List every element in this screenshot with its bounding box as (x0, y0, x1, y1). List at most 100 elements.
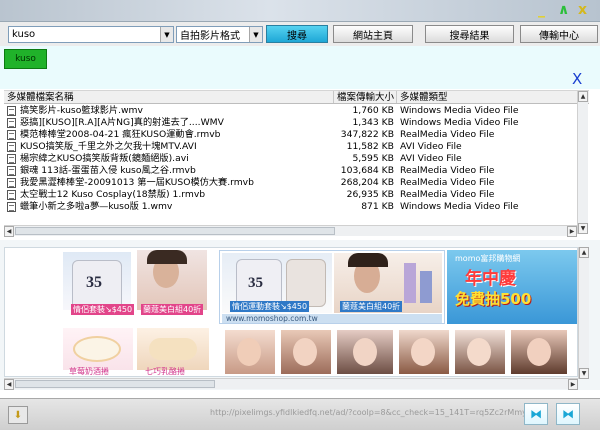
close-window-button[interactable]: x (578, 3, 587, 17)
filesize-cell: 103,684 KB (340, 165, 394, 176)
cake-image (63, 328, 133, 370)
ad-photo-strip[interactable] (219, 328, 577, 376)
minimize-button[interactable]: _ (538, 3, 545, 17)
column-type[interactable]: 多媒體類型 (397, 91, 589, 103)
portrait-photo (399, 330, 449, 374)
filesize-cell: 26,935 KB (346, 189, 394, 200)
portrait-photo (225, 330, 275, 374)
table-row[interactable]: 我愛黑澀棒棒堂-20091013 第一屆KUSO模仿大賽.rmvb 268,204… (4, 177, 589, 189)
ad-couple-set[interactable]: 35 情侶套裝↘$450 蘭蔻美白組40折 (57, 250, 213, 316)
search-button[interactable]: 搜尋 (266, 25, 328, 43)
table-row[interactable]: 搞笑影片-kuso籃球影片.wmv 1,760 KB Windows Media V… (4, 105, 589, 117)
model-photo (137, 250, 207, 310)
table-row[interactable]: 蠟筆小新之多啦a夢—kuso版 1.wmv 871 KB Windows Media… (4, 201, 589, 213)
status-url: http://pixelimgs.yfidlkiedfq.net/ad/?coo… (210, 408, 527, 417)
ad-caption: 七巧乳酪捲 (145, 367, 185, 376)
scroll-right-icon[interactable]: ▶ (567, 226, 577, 237)
list-horizontal-scrollbar[interactable]: ◀ ▶ (4, 225, 577, 237)
filename-text: 蠟筆小新之多啦a夢—kuso版 1.wmv (20, 201, 173, 212)
table-row[interactable]: KUSO搞笑版_千里之外之欠我十塊MTV.AVI 11,582 KB AVI Vid… (4, 141, 589, 153)
format-select-value: 自拍影片格式 (180, 31, 240, 42)
scroll-up-icon[interactable]: ▲ (578, 91, 588, 102)
filename-text: 模范棒棒堂2008-04-21 瘋狂KUSO運動會.rmvb (20, 129, 221, 140)
filetype-cell: RealMedia Video File (400, 189, 495, 200)
tshirt-image: 35 (63, 252, 131, 310)
filetype-cell: RealMedia Video File (400, 177, 495, 188)
filetype-cell: AVI Video File (400, 153, 462, 164)
close-icon[interactable]: X (572, 70, 582, 88)
table-row[interactable]: 模范棒棒堂2008-04-21 瘋狂KUSO運動會.rmvb 347,822 KB… (4, 129, 589, 141)
table-row[interactable]: 惡搞][KUSO][R.A][A片NG]真的射進去了....WMV 1,343 K… (4, 117, 589, 129)
filesize-cell: 5,595 KB (352, 153, 394, 164)
portrait-photo (281, 330, 331, 374)
scroll-right-icon[interactable]: ▶ (568, 379, 578, 390)
tab-strip: kuso X (0, 46, 600, 89)
ad-vertical-scrollbar[interactable]: ▲ ▼ (578, 247, 589, 379)
tab-kuso[interactable]: kuso (4, 49, 47, 69)
results-button[interactable]: 搜尋結果 (425, 25, 514, 43)
filetype-cell: Windows Media Video File (400, 117, 519, 128)
ad-caption: 草莓奶酒捲 (69, 367, 109, 376)
ad-promo[interactable]: momo富邦購物網 年中慶 免費抽500 (447, 250, 577, 324)
restore-icon[interactable]: ⧓ (524, 403, 548, 425)
filename-cell: 搞笑影片-kuso籃球影片.wmv (4, 105, 334, 117)
filename-cell: 太空戰士12 Kuso Cosplay(18禁版) 1.rmvb (4, 189, 334, 201)
filename-text: 惡搞][KUSO][R.A][A片NG]真的射進去了....WMV (20, 117, 224, 128)
filename-cell: 楊宗緯之KUSO搞笑版背叛(鏡麵絕版).avi (4, 153, 334, 165)
filename-cell: 我愛黑澀棒棒堂-20091013 第一屆KUSO模仿大賽.rmvb (4, 177, 334, 189)
filename-text: 太空戰士12 Kuso Cosplay(18禁版) 1.rmvb (20, 189, 206, 200)
chevron-down-icon[interactable]: ▼ (249, 27, 262, 42)
filesize-cell: 1,343 KB (352, 117, 394, 128)
filename-cell: 模范棒棒堂2008-04-21 瘋狂KUSO運動會.rmvb (4, 129, 334, 141)
ad-cakes[interactable]: 草莓奶酒捲 七巧乳酪捲 (57, 328, 217, 376)
filetype-cell: RealMedia Video File (400, 129, 495, 140)
scroll-thumb[interactable] (15, 380, 215, 388)
cake-image (137, 328, 209, 370)
ad-momo-products[interactable]: 35 情侶運動套裝↘$450 蘭蔻美白組40折 www.momoshop.com… (219, 250, 445, 324)
upload-center-button[interactable]: 傳輸中心 (520, 25, 598, 43)
promo-title: 年中慶 (465, 269, 516, 289)
scroll-left-icon[interactable]: ◀ (4, 379, 14, 390)
column-filename[interactable]: 多媒體檔案名稱 (4, 91, 334, 103)
file-icon (7, 142, 16, 152)
portrait-photo (455, 330, 505, 374)
filesize-cell: 347,822 KB (340, 129, 394, 140)
list-vertical-scrollbar[interactable]: ▲ ▼ (577, 91, 588, 234)
scroll-up-icon[interactable]: ▲ (579, 247, 589, 258)
file-icon (7, 154, 16, 164)
home-button[interactable]: 網站主頁 (333, 25, 413, 43)
column-size[interactable]: 檔案傳輸大小 (334, 91, 397, 103)
filename-cell: 蠟筆小新之多啦a夢—kuso版 1.wmv (4, 201, 334, 213)
scroll-thumb[interactable] (15, 227, 335, 235)
scroll-left-icon[interactable]: ◀ (4, 226, 14, 237)
scroll-down-icon[interactable]: ▼ (578, 223, 588, 234)
filesize-cell: 871 KB (361, 201, 394, 212)
filename-cell: 惡搞][KUSO][R.A][A片NG]真的射進去了....WMV (4, 117, 334, 129)
filename-text: 搞笑影片-kuso籃球影片.wmv (20, 105, 143, 116)
filename-text: 楊宗緯之KUSO搞笑版背叛(鏡麵絕版).avi (20, 153, 189, 164)
filename-text: 我愛黑澀棒棒堂-20091013 第一屆KUSO模仿大賽.rmvb (20, 177, 254, 188)
search-toolbar: kuso ▼ 自拍影片格式 ▼ 搜尋 網站主頁 搜尋結果 傳輸中心 (0, 22, 600, 46)
fullscreen-icon[interactable]: ⧓ (556, 403, 580, 425)
ad-caption: 情侶運動套裝↘$450 (230, 301, 310, 312)
table-row[interactable]: 楊宗緯之KUSO搞笑版背叛(鏡麵絕版).avi 5,595 KB AVI Video… (4, 153, 589, 165)
portrait-photo (511, 330, 567, 374)
filename-cell: KUSO搞笑版_千里之外之欠我十塊MTV.AVI (4, 141, 334, 153)
ad-banner-area: 35 情侶套裝↘$450 蘭蔻美白組40折 35 情侶運動套裝↘$450 蘭蔻美… (4, 247, 578, 377)
filetype-cell: Windows Media Video File (400, 105, 519, 116)
ad-horizontal-scrollbar[interactable]: ◀ ▶ (4, 378, 578, 390)
maximize-button[interactable]: ∧ (558, 3, 569, 17)
filetype-cell: RealMedia Video File (400, 165, 495, 176)
download-icon[interactable]: ⬇ (8, 406, 28, 424)
table-row[interactable]: 太空戰士12 Kuso Cosplay(18禁版) 1.rmvb 26,935 K… (4, 189, 589, 201)
chevron-down-icon[interactable]: ▼ (160, 27, 173, 42)
ad-caption: 情侶套裝↘$450 (71, 304, 135, 315)
format-select[interactable]: 自拍影片格式 ▼ (176, 26, 263, 43)
search-input-value: kuso (12, 29, 36, 40)
table-row[interactable]: 銀魂 113話-蛋蛋苗入侵 kuso風之谷.rmvb 103,684 KB Real… (4, 165, 589, 177)
file-list-header: 多媒體檔案名稱 檔案傳輸大小 多媒體類型 (4, 90, 589, 104)
filesize-cell: 268,204 KB (340, 177, 394, 188)
search-input[interactable]: kuso ▼ (8, 26, 174, 43)
filesize-cell: 1,760 KB (352, 105, 394, 116)
scroll-down-icon[interactable]: ▼ (579, 368, 589, 379)
